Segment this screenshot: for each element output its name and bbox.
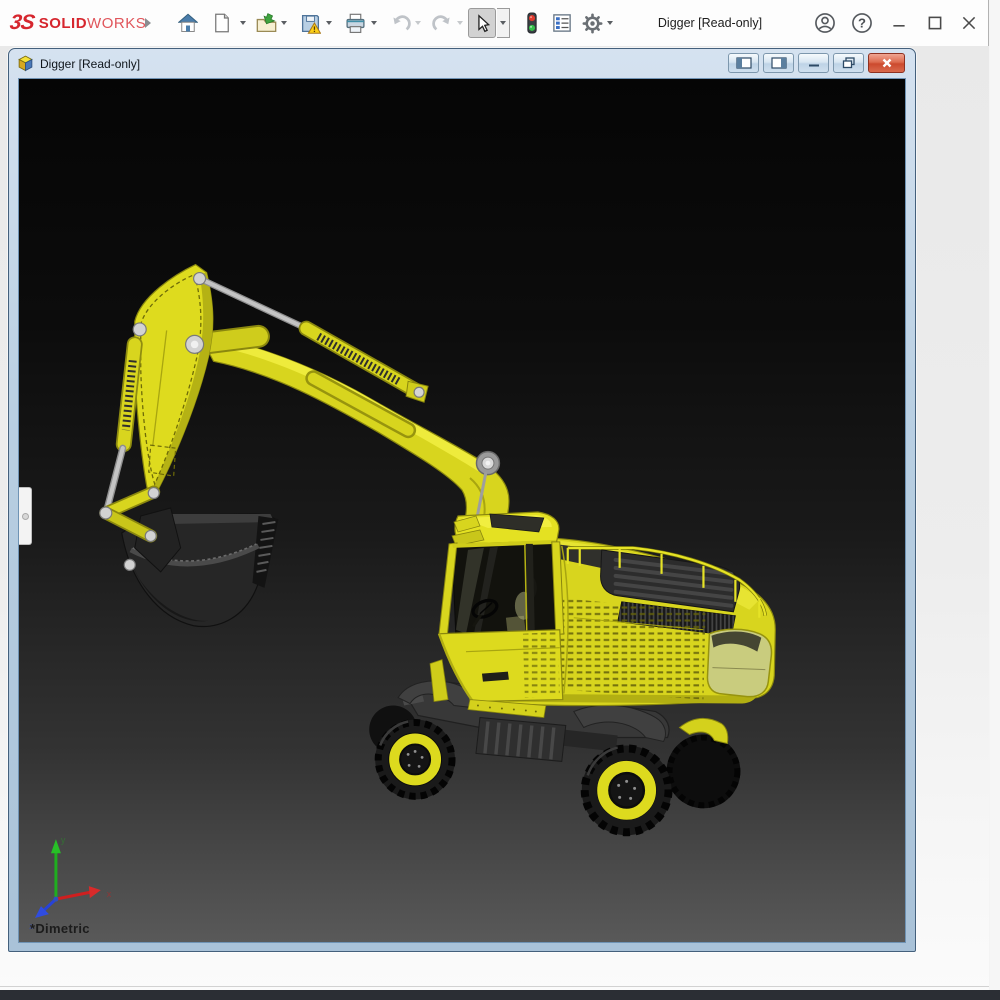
- open-dropdown[interactable]: [277, 9, 290, 37]
- taskbar-edge: [0, 990, 1000, 1000]
- assembly-document-icon: [17, 55, 34, 72]
- status-divider: [0, 986, 989, 987]
- traffic-light-icon: [522, 12, 542, 34]
- view-orientation-label: *Dimetric: [30, 921, 90, 936]
- app-window-title: Digger [Read-only]: [610, 0, 810, 46]
- new-document-icon: [212, 13, 232, 33]
- gear-icon: [582, 13, 603, 34]
- save-icon: [300, 13, 321, 34]
- print-dropdown[interactable]: [367, 9, 380, 37]
- logo-works: WORKS: [87, 15, 146, 32]
- help-button[interactable]: ?: [849, 10, 875, 36]
- select-cursor-icon: [473, 14, 492, 33]
- select-button[interactable]: [468, 8, 496, 38]
- new-document-dropdown[interactable]: [236, 9, 249, 37]
- desktop-edge: [990, 0, 1000, 990]
- doc-minimize-icon: [807, 58, 821, 68]
- display-list-button[interactable]: [548, 9, 576, 37]
- document-title: Digger [Read-only]: [40, 57, 140, 71]
- home-button[interactable]: [174, 9, 202, 37]
- right-pane-icon: [771, 57, 787, 69]
- undo-button[interactable]: [386, 9, 414, 37]
- print-icon: [345, 13, 366, 34]
- mdi-area: Digger [Read-only]: [0, 46, 989, 990]
- front-wheel[interactable]: [375, 720, 455, 800]
- close-icon: [960, 14, 978, 32]
- minimize-icon: [890, 14, 908, 32]
- triad-y-label: y: [61, 835, 66, 845]
- minimize-button[interactable]: [886, 10, 912, 36]
- redo-dropdown[interactable]: [453, 9, 466, 37]
- redo-button[interactable]: [428, 9, 456, 37]
- solidworks-window: 3S SOLID WORKS: [0, 0, 989, 1000]
- options-button[interactable]: [578, 9, 606, 37]
- undo-dropdown[interactable]: [411, 9, 424, 37]
- new-document-button[interactable]: [208, 9, 236, 37]
- logo-solid: SOLID: [39, 15, 87, 32]
- left-pane-icon: [736, 57, 752, 69]
- app-titlebar: 3S SOLID WORKS: [0, 0, 988, 46]
- document-window: Digger [Read-only]: [8, 48, 916, 952]
- logo-mark: 3S: [8, 11, 35, 35]
- help-icon: ?: [851, 12, 873, 34]
- document-window-controls: [728, 53, 905, 73]
- open-button[interactable]: [252, 9, 280, 37]
- side-vents: [558, 598, 706, 700]
- doc-close-button[interactable]: [868, 53, 905, 73]
- redo-icon: [432, 13, 453, 34]
- doc-close-icon: [880, 57, 894, 69]
- orientation-triad: x y z: [29, 835, 112, 931]
- graphics-viewport[interactable]: x y z *Dimetric: [18, 78, 906, 943]
- traffic-light-button[interactable]: [518, 9, 546, 37]
- logo-flyout-arrow-icon[interactable]: [140, 14, 156, 32]
- save-button[interactable]: [296, 9, 324, 37]
- user-icon: [814, 12, 836, 34]
- excavator-scene: x y z: [19, 79, 905, 942]
- toggle-left-pane-button[interactable]: [728, 53, 759, 73]
- bucket: [122, 508, 279, 626]
- handle-dot-icon: [22, 513, 29, 520]
- user-account-button[interactable]: [812, 10, 838, 36]
- doc-restore-button[interactable]: [833, 53, 864, 73]
- close-button[interactable]: [956, 10, 982, 36]
- maximize-icon: [926, 14, 944, 32]
- rear-wheel[interactable]: [582, 745, 672, 835]
- doc-restore-icon: [842, 57, 856, 69]
- featuremanager-collapse-handle[interactable]: [19, 487, 32, 545]
- print-button[interactable]: [341, 9, 369, 37]
- save-dropdown[interactable]: [322, 9, 335, 37]
- home-icon: [178, 13, 198, 33]
- display-list-icon: [552, 13, 572, 33]
- solidworks-logo: 3S SOLID WORKS: [10, 12, 146, 34]
- triad-x-label: x: [107, 889, 112, 899]
- svg-text:?: ?: [858, 16, 866, 31]
- select-dropdown[interactable]: [497, 8, 510, 38]
- undo-icon: [390, 13, 411, 34]
- maximize-button[interactable]: [922, 10, 948, 36]
- document-titlebar[interactable]: Digger [Read-only]: [9, 49, 915, 78]
- open-icon: [256, 13, 277, 34]
- toggle-right-pane-button[interactable]: [763, 53, 794, 73]
- doc-minimize-button[interactable]: [798, 53, 829, 73]
